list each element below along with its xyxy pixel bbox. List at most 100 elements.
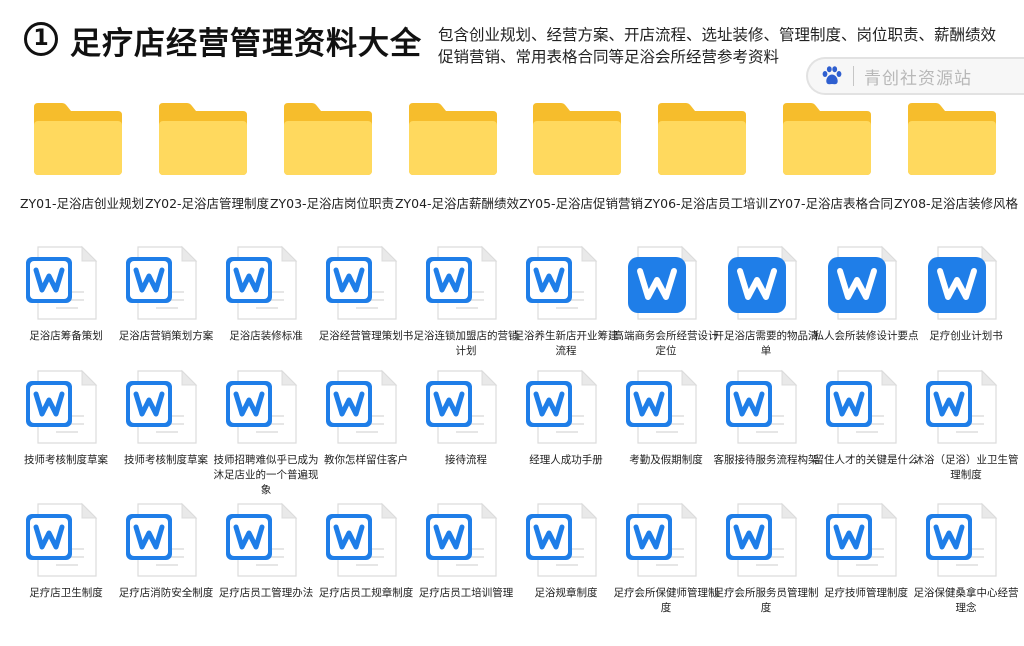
file-item[interactable]: 足浴连锁加盟店的营销计划: [414, 243, 519, 363]
file-item[interactable]: 足疗会所保健师管理制度: [614, 500, 719, 620]
wps-app-icon: [716, 243, 816, 323]
wps-doc-icon: [16, 243, 116, 323]
folder-item[interactable]: ZY02-足浴店管理制度: [145, 94, 269, 234]
file-label: 接待流程: [445, 454, 487, 466]
file-item[interactable]: 足浴规章制度: [516, 500, 616, 620]
wps-doc-icon: [316, 367, 416, 447]
file-item[interactable]: 足浴店筹备策划: [16, 243, 116, 363]
wps-doc-icon: [16, 367, 116, 447]
file-item[interactable]: 足疗店消防安全制度: [116, 500, 216, 620]
folder-icon: [652, 99, 752, 179]
file-item[interactable]: 足疗店员工规章制度: [316, 500, 416, 620]
folder-icon: [527, 99, 627, 179]
watermark-badge: 青创社资源站: [806, 57, 1024, 95]
folder-label: ZY06-足浴店员工培训: [643, 196, 769, 211]
file-item[interactable]: 技师考核制度草案: [116, 367, 216, 487]
file-label: 开足浴店需要的物品清单: [713, 330, 819, 357]
file-label: 足疗店卫生制度: [29, 587, 103, 599]
file-label: 足疗会所服务员管理制度: [713, 587, 819, 614]
folder-icon: [153, 99, 253, 179]
file-item[interactable]: 足浴店营销策划方案: [116, 243, 216, 363]
wps-app-icon: [816, 243, 916, 323]
paw-icon: [822, 66, 842, 85]
wps-doc-icon: [416, 243, 516, 323]
file-item[interactable]: 私人会所装修设计要点: [814, 243, 919, 363]
file-label: 技师招聘难似乎已成为沐足店业的一个普遍现象: [213, 454, 319, 496]
wps-doc-icon: [716, 500, 816, 580]
file-item[interactable]: 接待流程: [416, 367, 516, 487]
file-item[interactable]: 足疗店卫生制度: [16, 500, 116, 620]
file-item[interactable]: 技师考核制度草案: [16, 367, 116, 487]
folder-item[interactable]: ZY06-足浴店员工培训: [644, 94, 768, 234]
file-label: 经理人成功手册: [529, 454, 603, 466]
wps-doc-icon: [616, 367, 716, 447]
wps-doc-icon: [16, 500, 116, 580]
wps-doc-icon: [516, 243, 616, 323]
file-label: 客服接待服务流程构架: [713, 454, 819, 466]
wps-doc-icon: [816, 367, 916, 447]
file-item[interactable]: 足疗店员工管理办法: [216, 500, 316, 620]
file-label: 考勤及假期制度: [629, 454, 703, 466]
wps-doc-icon: [316, 243, 416, 323]
wps-doc-icon: [916, 500, 1016, 580]
folder-label: ZY04-足浴店薪酬绩效: [394, 196, 520, 211]
file-label: 足浴店筹备策划: [29, 330, 103, 342]
folder-label: ZY08-足浴店装修风格: [893, 196, 1019, 211]
file-item[interactable]: 开足浴店需要的物品清单: [714, 243, 819, 363]
wps-app-icon: [616, 243, 716, 323]
wps-doc-icon: [116, 367, 216, 447]
wps-doc-icon: [416, 367, 516, 447]
file-label: 足疗技师管理制度: [824, 587, 908, 599]
file-label: 足疗店员工培训管理: [418, 587, 514, 599]
folder-label: ZY01-足浴店创业规划: [19, 196, 145, 211]
file-label: 技师考核制度草案: [124, 454, 208, 466]
folder-label: ZY03-足浴店岗位职责: [269, 196, 395, 211]
file-label: 足浴保健桑拿中心经营理念: [913, 587, 1019, 614]
file-item[interactable]: 足疗会所服务员管理制度: [714, 500, 819, 620]
file-item[interactable]: 客服接待服务流程构架: [714, 367, 819, 487]
wps-doc-icon: [116, 500, 216, 580]
folder-item[interactable]: ZY01-足浴店创业规划: [20, 94, 144, 234]
folder-item[interactable]: ZY07-足浴店表格合同: [769, 94, 893, 234]
page-title: 足疗店经营管理资料大全: [70, 26, 422, 62]
file-item[interactable]: 足浴店装修标准: [216, 243, 316, 363]
file-label: 足浴店装修标准: [229, 330, 303, 342]
file-label: 足疗店员工规章制度: [318, 587, 414, 599]
file-item[interactable]: 足疗技师管理制度: [816, 500, 916, 620]
wps-doc-icon: [716, 367, 816, 447]
wps-doc-icon: [916, 367, 1016, 447]
file-label: 私人会所装修设计要点: [813, 330, 919, 342]
file-item[interactable]: 沐浴（足浴）业卫生管理制度: [914, 367, 1019, 487]
file-item[interactable]: 经理人成功手册: [516, 367, 616, 487]
file-label: 留住人才的关键是什么: [813, 454, 919, 466]
file-item[interactable]: 足浴养生新店开业筹建流程: [514, 243, 619, 363]
file-label: 足疗创业计划书: [929, 330, 1003, 342]
wps-doc-icon: [516, 367, 616, 447]
watermark-text: 青创社资源站: [864, 68, 972, 89]
file-item[interactable]: 技师招聘难似乎已成为沐足店业的一个普遍现象: [214, 367, 319, 496]
file-item[interactable]: 教你怎样留住客户: [316, 367, 416, 487]
folder-icon: [28, 99, 128, 179]
folder-item[interactable]: ZY04-足浴店薪酬绩效: [395, 94, 519, 234]
folder-icon: [403, 99, 503, 179]
file-label: 足浴经营管理策划书: [318, 330, 414, 342]
file-label: 沐浴（足浴）业卫生管理制度: [913, 454, 1019, 481]
folder-item[interactable]: ZY08-足浴店装修风格: [894, 94, 1018, 234]
file-item[interactable]: 足疗店员工培训管理: [416, 500, 516, 620]
file-item[interactable]: 留住人才的关键是什么: [814, 367, 919, 487]
file-label: 高端商务会所经营设计定位: [613, 330, 719, 357]
file-item[interactable]: 考勤及假期制度: [616, 367, 716, 487]
wps-doc-icon: [116, 243, 216, 323]
file-item[interactable]: 足浴保健桑拿中心经营理念: [914, 500, 1019, 620]
folder-item[interactable]: ZY05-足浴店促销营销: [519, 94, 643, 234]
file-label: 足疗店消防安全制度: [118, 587, 214, 599]
folder-item[interactable]: ZY03-足浴店岗位职责: [270, 94, 394, 234]
folder-icon: [902, 99, 1002, 179]
folder-label: ZY02-足浴店管理制度: [144, 196, 270, 211]
file-item[interactable]: 足疗创业计划书: [916, 243, 1016, 363]
file-item[interactable]: 高端商务会所经营设计定位: [614, 243, 719, 363]
file-item[interactable]: 足浴经营管理策划书: [316, 243, 416, 363]
wps-doc-icon: [216, 500, 316, 580]
file-label: 足浴连锁加盟店的营销计划: [413, 330, 519, 357]
file-label: 足疗会所保健师管理制度: [613, 587, 719, 614]
